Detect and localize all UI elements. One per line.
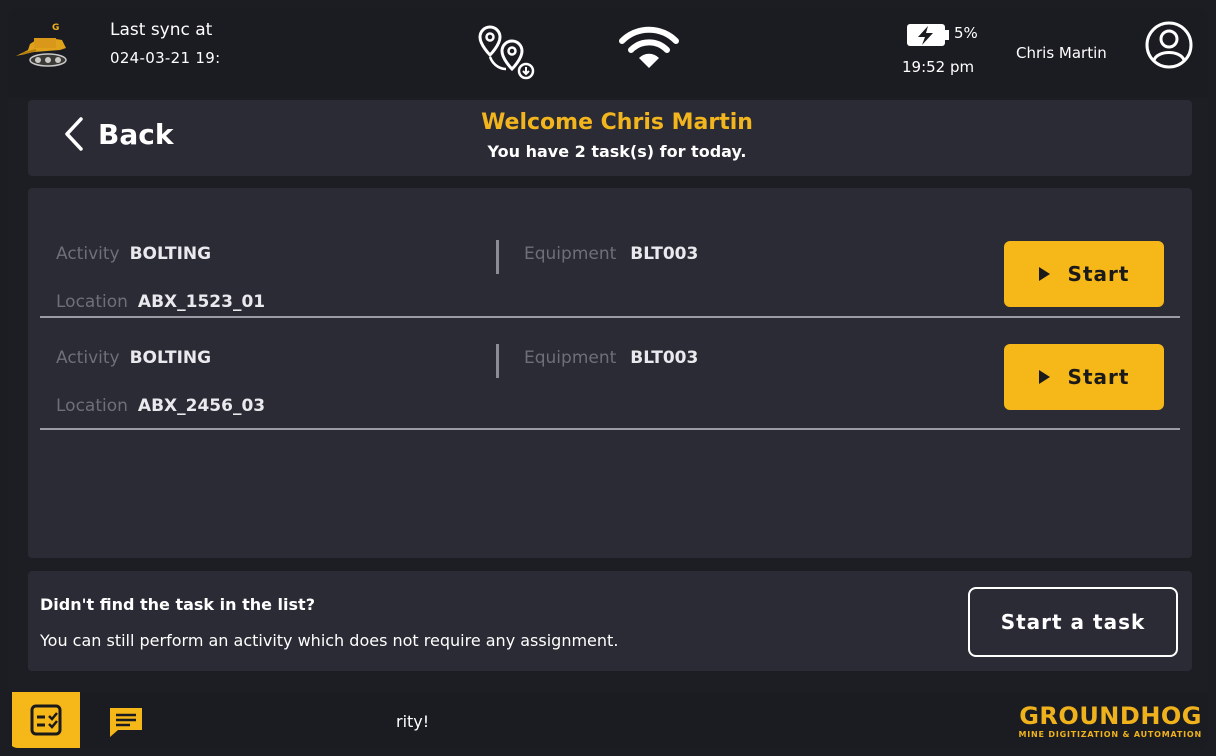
equipment-label: Equipment <box>524 244 617 264</box>
battery-charging-icon <box>907 24 949 46</box>
activity-field: Activity BOLTING <box>56 244 211 264</box>
start-button[interactable]: Start <box>1004 344 1164 410</box>
chat-icon[interactable] <box>106 704 146 740</box>
activity-label: Activity <box>56 348 120 368</box>
equipment-field: Equipment BLT003 <box>524 244 698 264</box>
task-checklist-icon <box>30 704 62 736</box>
last-sync: Last sync at 024-03-21 19: <box>110 20 220 67</box>
start-a-task-button[interactable]: Start a task <box>968 587 1178 657</box>
start-button[interactable]: Start <box>1004 241 1164 307</box>
equipment-label: Equipment <box>524 348 617 368</box>
hint-body: You can still perform an activity which … <box>40 631 619 650</box>
equipment-field: Equipment BLT003 <box>524 348 698 368</box>
hint-title: Didn't find the task in the list? <box>40 595 315 614</box>
task-row: Activity BOLTING Location ABX_1523_01 Equi… <box>40 206 1180 318</box>
location-field: Location ABX_1523_01 <box>56 292 265 312</box>
equipment-value: BLT003 <box>630 348 699 368</box>
user-name: Chris Martin <box>1016 44 1107 62</box>
brand-logo: GROUNDHOG MINE DIGITIZATION & AUTOMATION <box>1019 704 1202 739</box>
task-row: Activity BOLTING Location ABX_2456_03 Equi… <box>40 318 1180 430</box>
bottom-nav: rity! GROUNDHOG MINE DIGITIZATION & AUTO… <box>8 692 1208 748</box>
nav-tasks-tab[interactable] <box>12 692 80 748</box>
task-count-text: You have 2 task(s) for today. <box>487 142 747 161</box>
start-label: Start <box>1067 262 1130 286</box>
unassigned-task-panel: Didn't find the task in the list? You ca… <box>28 571 1192 671</box>
location-label: Location <box>56 292 128 312</box>
groundhog-loader-icon: G <box>16 23 67 67</box>
activity-field: Activity BOLTING <box>56 348 211 368</box>
location-field: Location ABX_2456_03 <box>56 396 265 416</box>
field-divider <box>496 240 499 274</box>
task-list: Activity BOLTING Location ABX_1523_01 Equi… <box>28 188 1192 558</box>
brand-name: GROUNDHOG <box>1019 702 1202 730</box>
sync-label: Last sync at <box>110 20 213 40</box>
location-label: Location <box>56 396 128 416</box>
field-divider <box>496 344 499 378</box>
route-map-icon[interactable] <box>476 23 540 81</box>
location-value: ABX_1523_01 <box>137 292 266 312</box>
ticker-text: rity! <box>396 712 430 731</box>
welcome-title: Welcome Chris Martin <box>481 110 753 135</box>
welcome-block: Welcome Chris Martin You have 2 task(s) … <box>28 110 1192 161</box>
svg-text:G: G <box>52 23 59 33</box>
activity-value: BOLTING <box>129 348 212 368</box>
equipment-value: BLT003 <box>630 244 699 264</box>
activity-label: Activity <box>56 244 120 264</box>
welcome-header: Back Welcome Chris Martin You have 2 tas… <box>28 100 1192 176</box>
play-icon <box>1038 370 1050 384</box>
location-value: ABX_2456_03 <box>137 396 266 416</box>
sync-time: 024-03-21 19: <box>110 49 221 67</box>
wifi-icon <box>619 26 679 68</box>
brand-tagline: MINE DIGITIZATION & AUTOMATION <box>1018 730 1202 739</box>
clock: 19:52 pm <box>902 58 975 76</box>
battery-percent: 5% <box>954 24 978 42</box>
user-profile-icon[interactable] <box>1144 20 1194 70</box>
app-window: G Last sync at 024-03-21 19: 5% 19:52 pm… <box>8 8 1208 748</box>
status-bar: G Last sync at 024-03-21 19: 5% 19:52 pm… <box>8 8 1208 98</box>
activity-value: BOLTING <box>129 244 212 264</box>
play-icon <box>1038 267 1050 281</box>
start-label: Start <box>1067 365 1130 389</box>
